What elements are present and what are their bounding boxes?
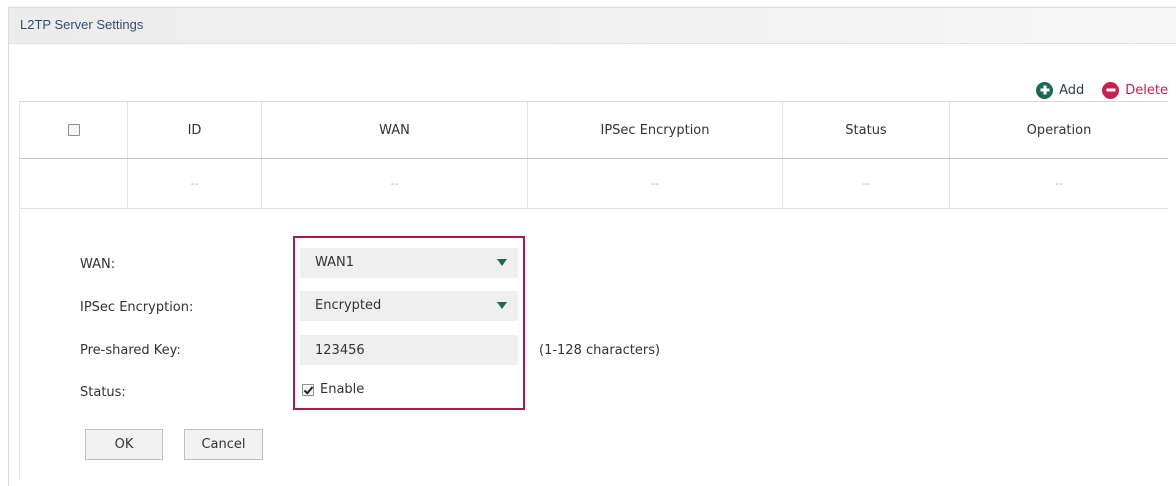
row-cell-id: -- [128,159,262,208]
plus-circle-icon [1036,81,1054,99]
section-title: L2TP Server Settings [20,17,144,32]
ipsec-encryption-label: IPSec Encryption: [80,300,194,315]
pre-shared-key-hint: (1-128 characters) [539,343,661,358]
status-enable-label: Enable [320,382,365,397]
status-label: Status: [80,385,126,400]
wan-select[interactable]: WAN1 [300,248,518,278]
wan-label: WAN: [80,257,116,272]
l2tp-server-form: WAN: WAN1 IPSec Encryption: Encrypted Pr… [19,210,1168,479]
l2tp-server-table: ID WAN IPSec Encryption Status Operation… [19,101,1168,209]
table-row: -- -- -- -- -- [19,159,1168,209]
checkbox-checked-icon [302,383,314,396]
delete-button[interactable]: Delete [1102,81,1168,99]
delete-label: Delete [1125,82,1168,98]
row-cell-select [19,159,128,208]
cancel-button[interactable]: Cancel [184,429,263,460]
pre-shared-key-label: Pre-shared Key: [80,343,181,358]
ipsec-encryption-select[interactable]: Encrypted [300,291,518,321]
row-cell-wan: -- [262,159,528,208]
ok-button[interactable]: OK [85,429,163,460]
header-ipsec-encryption: IPSec Encryption [528,102,783,158]
ipsec-select-value: Encrypted [315,298,382,313]
add-button[interactable]: Add [1036,81,1085,99]
header-select-all [19,102,128,158]
table-toolbar: Add Delete [1036,80,1168,100]
wan-select-value: WAN1 [315,255,355,270]
status-enable-checkbox[interactable]: Enable [302,382,364,397]
row-cell-ipsec: -- [528,159,783,208]
triangle-down-icon [497,259,507,266]
minus-circle-icon [1102,81,1120,99]
triangle-down-icon [497,302,507,309]
add-label: Add [1059,82,1085,98]
table-header-row: ID WAN IPSec Encryption Status Operation [19,101,1168,159]
row-cell-status: -- [783,159,950,208]
header-operation: Operation [1026,122,1092,138]
pre-shared-key-input[interactable] [300,335,518,365]
select-all-checkbox[interactable] [67,124,80,136]
row-cell-operation: -- [1055,177,1063,190]
header-id: ID [128,102,262,158]
header-wan: WAN [262,102,528,158]
header-status: Status [783,102,950,158]
section-header: L2TP Server Settings [9,8,1176,44]
